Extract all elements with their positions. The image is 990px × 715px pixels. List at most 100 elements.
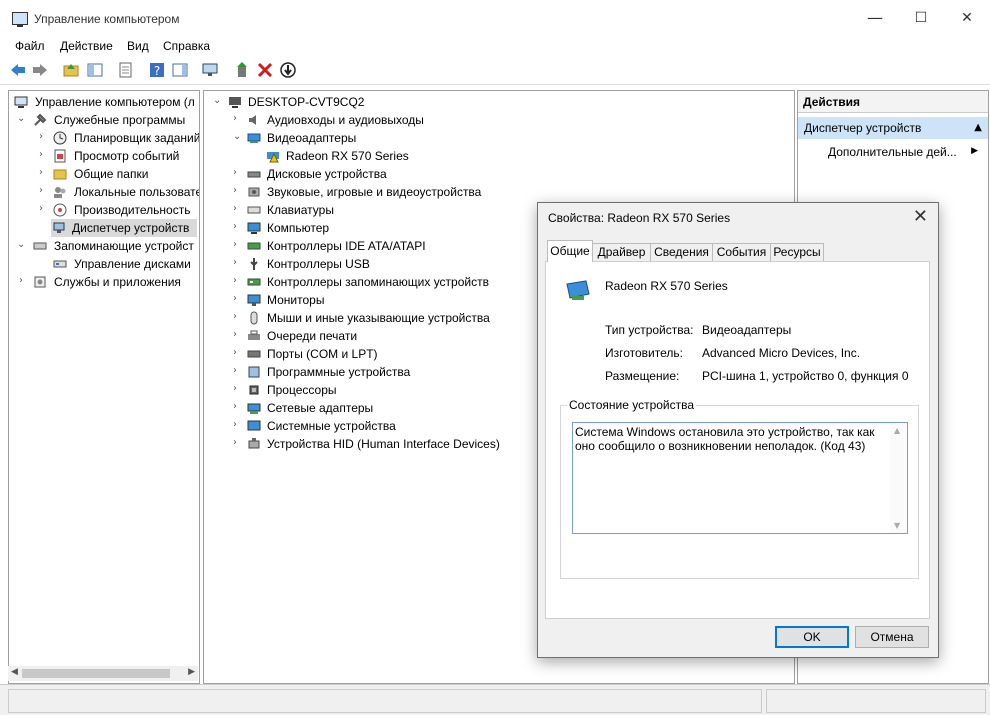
toolbar: ?: [0, 56, 990, 85]
submenu-arrow-icon[interactable]: ▶: [971, 146, 978, 156]
tree-item-performance[interactable]: › Производительность: [11, 201, 199, 219]
chevron-down-icon[interactable]: ⌄: [213, 96, 221, 106]
chevron-right-icon[interactable]: ›: [39, 150, 47, 160]
device-category[interactable]: › Звуковые, игровые и видеоустройства: [208, 183, 768, 201]
cancel-button[interactable]: Отмена: [855, 626, 929, 648]
chevron-down-icon[interactable]: ⌄: [233, 132, 241, 142]
scroll-left-icon[interactable]: ◀: [11, 667, 18, 677]
actions-device-manager[interactable]: Диспетчер устройств ▲: [798, 117, 988, 139]
scan-hardware-icon[interactable]: [201, 61, 219, 79]
device-root-computer[interactable]: ⌄ DESKTOP-CVT9CQ2: [208, 93, 608, 111]
chevron-down-icon[interactable]: ⌄: [17, 240, 25, 250]
chevron-right-icon[interactable]: ›: [39, 132, 47, 142]
hid-icon: [248, 438, 260, 449]
status-vertical-scrollbar[interactable]: ▲ ▼: [890, 423, 907, 533]
chevron-right-icon[interactable]: ›: [233, 186, 241, 196]
chevron-right-icon[interactable]: ›: [233, 384, 241, 394]
chevron-right-icon[interactable]: ›: [233, 168, 241, 178]
menu-help[interactable]: Справка: [163, 39, 210, 53]
chevron-right-icon[interactable]: ›: [233, 222, 241, 232]
device-label: Контроллеры IDE ATA/ATAPI: [267, 239, 426, 253]
device-item-radeon-rx-570[interactable]: Radeon RX 570 Series: [208, 147, 768, 165]
tree-item-computer-management[interactable]: Управление компьютером (л: [11, 93, 199, 111]
chevron-right-icon[interactable]: ›: [39, 186, 47, 196]
back-arrow-icon[interactable]: [9, 61, 27, 79]
chevron-right-icon[interactable]: ›: [39, 168, 47, 178]
tree-item-local-users[interactable]: › Локальные пользовате: [11, 183, 199, 201]
scroll-down-icon[interactable]: ▼: [894, 521, 900, 530]
show-hide-tree-icon[interactable]: [86, 61, 104, 79]
chevron-right-icon[interactable]: ›: [233, 294, 241, 304]
chevron-right-icon[interactable]: ›: [39, 204, 47, 214]
computer-management-icon: [14, 96, 28, 108]
chevron-right-icon[interactable]: ›: [233, 366, 241, 376]
chevron-right-icon[interactable]: ›: [233, 114, 241, 124]
disable-device-icon[interactable]: [279, 61, 297, 79]
chevron-right-icon[interactable]: ›: [233, 402, 241, 412]
scroll-right-icon[interactable]: ▶: [188, 667, 195, 677]
tree-item-system-tools[interactable]: ⌄ Служебные программы: [11, 111, 199, 129]
disk-drive-icon: [247, 171, 261, 178]
chevron-down-icon[interactable]: ⌄: [17, 114, 25, 124]
actions-section-label: Диспетчер устройств: [804, 121, 922, 135]
event-viewer-icon: [54, 149, 66, 163]
chevron-right-icon[interactable]: ›: [233, 276, 241, 286]
uninstall-device-icon[interactable]: [256, 61, 274, 79]
status-bar-section: [8, 689, 762, 713]
manufacturer-value: Advanced Micro Devices, Inc.: [702, 346, 861, 360]
tree-item-disk-management[interactable]: Управление дисками: [11, 255, 199, 273]
tree-item-storage[interactable]: ⌄ Запоминающие устройст: [11, 237, 199, 255]
chevron-right-icon[interactable]: ›: [233, 420, 241, 430]
chevron-right-icon[interactable]: ›: [233, 312, 241, 322]
tree-item-services-applications[interactable]: › Службы и приложения: [11, 273, 199, 291]
update-driver-icon[interactable]: [233, 61, 251, 79]
tree-item-label: Служебные программы: [54, 113, 186, 127]
tree-item-event-viewer[interactable]: › Просмотр событий: [11, 147, 199, 165]
tree-horizontal-scrollbar[interactable]: ◀ ▶: [8, 666, 198, 681]
menu-action[interactable]: Действие: [60, 39, 113, 53]
tab-driver[interactable]: Драйвер: [592, 243, 651, 261]
scroll-up-icon[interactable]: ▲: [894, 426, 900, 435]
more-actions-item[interactable]: Дополнительные дей...: [828, 143, 957, 161]
close-button[interactable]: ✕: [944, 0, 990, 36]
tree-item-device-manager[interactable]: Диспетчер устройств: [51, 219, 197, 237]
maximize-button[interactable]: ☐: [898, 0, 944, 36]
minimize-button[interactable]: —: [852, 0, 898, 36]
tab-events[interactable]: События: [712, 243, 771, 261]
menu-view[interactable]: Вид: [127, 39, 149, 53]
tab-resources[interactable]: Ресурсы: [770, 243, 824, 261]
forward-arrow-icon[interactable]: [31, 61, 49, 79]
chevron-right-icon[interactable]: ›: [233, 258, 241, 268]
help-icon[interactable]: ?: [148, 61, 166, 79]
show-action-pane-icon[interactable]: [171, 61, 189, 79]
collapse-up-icon[interactable]: ▲: [974, 117, 982, 139]
monitor-icon: [247, 294, 261, 306]
general-tab-panel: Radeon RX 570 Series Тип устройства: Вид…: [545, 261, 930, 619]
device-category[interactable]: ⌄ Видеоадаптеры: [208, 129, 768, 147]
tree-item-shared-folders[interactable]: › Общие папки: [11, 165, 199, 183]
tree-item-label: Диспетчер устройств: [72, 221, 190, 235]
device-status-group: Состояние устройства Система Windows ост…: [560, 398, 919, 579]
manufacturer-label: Изготовитель:: [605, 346, 683, 360]
tree-item-label: Управление дисками: [74, 257, 191, 271]
chevron-right-icon[interactable]: ›: [233, 330, 241, 340]
device-label: Очереди печати: [267, 329, 358, 343]
tab-general[interactable]: Общие: [547, 240, 593, 262]
device-status-textbox[interactable]: Система Windows остановила это устройств…: [572, 422, 908, 534]
tree-item-task-scheduler[interactable]: › Планировщик заданий: [11, 129, 199, 147]
menu-file[interactable]: Файл: [15, 39, 45, 53]
chevron-right-icon[interactable]: ›: [233, 438, 241, 448]
device-category[interactable]: › Аудиовходы и аудиовыходы: [208, 111, 768, 129]
device-category[interactable]: › Дисковые устройства: [208, 165, 768, 183]
tab-details[interactable]: Сведения: [650, 243, 713, 261]
ok-button[interactable]: OK: [775, 626, 849, 648]
properties-sheet-icon[interactable]: [116, 61, 134, 79]
dialog-close-icon[interactable]: ✕: [913, 205, 928, 229]
chevron-right-icon[interactable]: ›: [233, 348, 241, 358]
chevron-right-icon[interactable]: ›: [19, 276, 27, 286]
chevron-right-icon[interactable]: ›: [233, 240, 241, 250]
up-folder-icon[interactable]: [62, 61, 80, 79]
scrollbar-thumb[interactable]: [22, 669, 170, 678]
tree-item-label: Службы и приложения: [54, 275, 181, 289]
chevron-right-icon[interactable]: ›: [233, 204, 241, 214]
